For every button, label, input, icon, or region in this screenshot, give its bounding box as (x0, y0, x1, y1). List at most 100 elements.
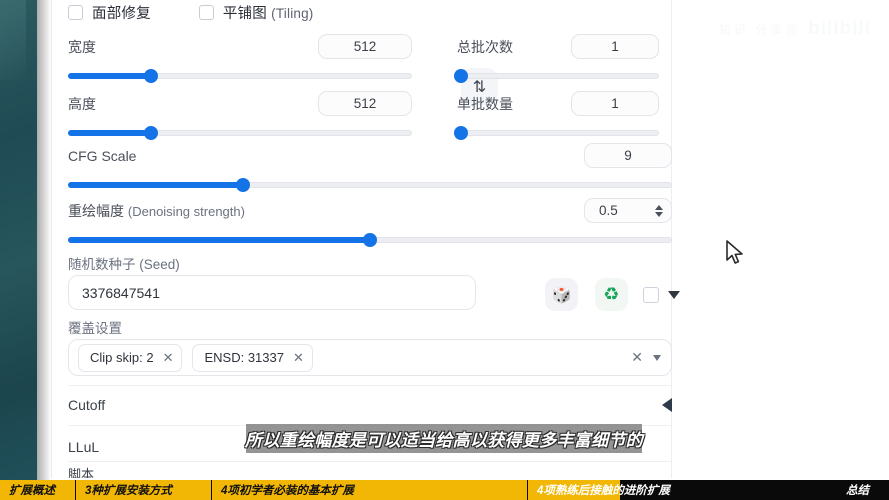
accordion-cutoff-title: Cutoff (68, 397, 106, 413)
control-batch-count-label-cn: 总批次数 (457, 38, 513, 55)
cfg-scale-slider-thumb[interactable] (236, 178, 251, 192)
checkbox-box-tiling[interactable] (198, 5, 214, 20)
seed-label: 随机数种子 (Seed) (68, 257, 180, 272)
control-width-head: 宽度 512 (68, 34, 412, 59)
control-batch-count-head: 总批次数 1 (457, 34, 659, 59)
control-cfg-scale: CFG Scale 9 (68, 143, 672, 192)
chapter-segment-3[interactable]: 4项初学者必装的基本扩展 (212, 480, 528, 500)
batch-count-slider[interactable] (454, 69, 659, 83)
width-value-input[interactable]: 512 (318, 34, 412, 59)
dice-icon: 🎲 (551, 286, 572, 304)
control-cfg-scale-label-text: CFG Scale (68, 147, 137, 164)
height-slider[interactable] (68, 126, 412, 140)
control-width-label-cn: 宽度 (68, 38, 96, 55)
accordion-cutoff[interactable]: Cutoff (68, 394, 672, 416)
chapter-label-5: 总结 (846, 485, 869, 497)
denoising-strength-slider[interactable] (68, 233, 672, 247)
spinner-arrows-icon[interactable] (655, 204, 663, 217)
tag-clip-skip[interactable]: Clip skip: 2 ✕ (78, 343, 183, 372)
batch-size-value-input[interactable]: 1 (571, 91, 659, 116)
tag-clip-skip-close-icon[interactable]: ✕ (163, 350, 174, 366)
checkbox-row: 面部修复 平铺图 (Tiling) (68, 2, 314, 23)
control-batch-count: 总批次数 1 (454, 34, 659, 83)
screenshot-root: 面部修复 平铺图 (Tiling) 宽度 512 高度 512 ⇅ 总批次数 1… (0, 0, 889, 500)
override-chevron-down-icon[interactable] (653, 354, 661, 361)
control-cfg-scale-label: CFG Scale (68, 148, 136, 164)
denoising-strength-slider-fill (68, 237, 370, 243)
width-slider[interactable] (68, 69, 412, 83)
cfg-scale-value-input[interactable]: 9 (584, 143, 672, 168)
control-height-head: 高度 512 (68, 91, 412, 116)
chapter-label-3: 4项初学者必装的基本扩展 (221, 485, 354, 497)
checkbox-box-restore-faces[interactable] (68, 5, 83, 20)
height-value-text: 512 (353, 96, 377, 111)
tag-ensd-close-icon[interactable]: ✕ (293, 350, 304, 366)
denoising-strength-slider-thumb[interactable] (363, 233, 377, 247)
tag-ensd-text: ENSD: 31337 (204, 350, 284, 365)
control-batch-size-label: 单批数量 (457, 94, 513, 114)
chapter-label-4: 4项熟练后接触的进阶扩展 (537, 485, 670, 497)
clear-all-tags-icon[interactable]: ✕ (631, 349, 643, 366)
control-batch-size: 单批数量 1 (454, 91, 659, 140)
control-width: 宽度 512 (68, 34, 412, 83)
checkbox-label-tiling: 平铺图 (Tiling) (223, 2, 314, 23)
height-value-input[interactable]: 512 (318, 91, 412, 116)
seed-input[interactable]: 3376847541 (68, 275, 476, 310)
batch-size-value-text: 1 (611, 96, 619, 111)
denoising-strength-value-text: 0.5 (599, 203, 618, 218)
control-height-label-cn: 高度 (68, 95, 96, 112)
control-denoising-strength-label: 重绘幅度 (Denoising strength) (68, 201, 245, 221)
panel-drop-shadow (37, 0, 51, 480)
accordion-separator-bottom (68, 461, 672, 462)
tag-ensd[interactable]: ENSD: 31337 ✕ (192, 343, 313, 372)
accordion-cutoff-chevron-left-icon[interactable] (662, 398, 672, 412)
accordion-script-title[interactable]: 脚本 (68, 467, 94, 478)
sd-webui-parameters-panel: 面部修复 平铺图 (Tiling) 宽度 512 高度 512 ⇅ 总批次数 1… (51, 0, 889, 478)
recycle-icon-button[interactable]: ♻ (595, 278, 628, 311)
seed-extra-checkbox[interactable] (643, 287, 659, 303)
chapter-label-1: 扩展概述 (9, 485, 55, 497)
recycle-icon: ♻ (603, 284, 620, 304)
height-slider-thumb[interactable] (143, 126, 158, 140)
cfg-scale-slider-fill (68, 182, 244, 188)
chapter-label-2: 3种扩展安装方式 (85, 485, 172, 497)
watermark-brand-text: bilibili (808, 18, 871, 39)
batch-size-slider-track[interactable] (457, 130, 659, 136)
control-denoising-strength: 重绘幅度 (Denoising strength) 0.5 (68, 198, 672, 247)
batch-size-slider[interactable] (454, 126, 659, 140)
watermark-channel-name: 知识 分享官 (718, 23, 801, 37)
chapter-segment-2[interactable]: 3种扩展安装方式 (76, 480, 212, 500)
override-settings-field[interactable]: Clip skip: 2 ✕ ENSD: 31337 ✕ ✕ (68, 339, 672, 376)
override-settings-label: 覆盖设置 (68, 321, 122, 336)
seed-extra-chevron-down-icon[interactable] (668, 291, 680, 299)
cfg-scale-slider[interactable] (68, 178, 672, 192)
override-field-tools: ✕ (631, 349, 661, 366)
tag-clip-skip-text: Clip skip: 2 (90, 350, 154, 365)
control-denoising-label-cn: 重绘幅度 (68, 202, 124, 219)
chapter-segment-5[interactable]: 总结 (837, 480, 889, 500)
mouse-cursor (726, 240, 743, 264)
seed-value-text: 3376847541 (82, 284, 160, 301)
checkbox-restore-faces[interactable]: 面部修复 (68, 2, 151, 23)
video-left-edge-strip (0, 0, 37, 480)
width-slider-thumb[interactable] (143, 69, 158, 83)
width-value-text: 512 (353, 39, 377, 54)
video-chapter-progress-bar[interactable]: 扩展概述 3种扩展安装方式 4项初学者必装的基本扩展 4项熟练后接触的进阶扩展 … (0, 480, 889, 500)
checkbox-tiling[interactable]: 平铺图 (Tiling) (198, 2, 314, 23)
control-batch-size-head: 单批数量 1 (457, 91, 659, 116)
control-height: 高度 512 (68, 91, 412, 140)
chapter-segment-4[interactable]: 4项熟练后接触的进阶扩展 (528, 480, 837, 500)
checkbox-label-tiling-cn: 平铺图 (222, 6, 267, 22)
batch-count-value-input[interactable]: 1 (571, 34, 659, 59)
cfg-scale-value-text: 9 (624, 148, 632, 163)
batch-count-value-text: 1 (611, 39, 619, 54)
batch-size-slider-thumb[interactable] (454, 126, 469, 140)
chapter-segment-1[interactable]: 扩展概述 (0, 480, 76, 500)
dice-icon-button[interactable]: 🎲 (545, 278, 578, 311)
control-cfg-scale-head: CFG Scale 9 (68, 143, 672, 168)
denoising-strength-value-input[interactable]: 0.5 (584, 198, 672, 223)
panel-left-border (51, 0, 52, 478)
control-batch-size-label-cn: 单批数量 (457, 95, 513, 112)
batch-count-slider-thumb[interactable] (454, 69, 469, 83)
batch-count-slider-track[interactable] (457, 73, 659, 79)
